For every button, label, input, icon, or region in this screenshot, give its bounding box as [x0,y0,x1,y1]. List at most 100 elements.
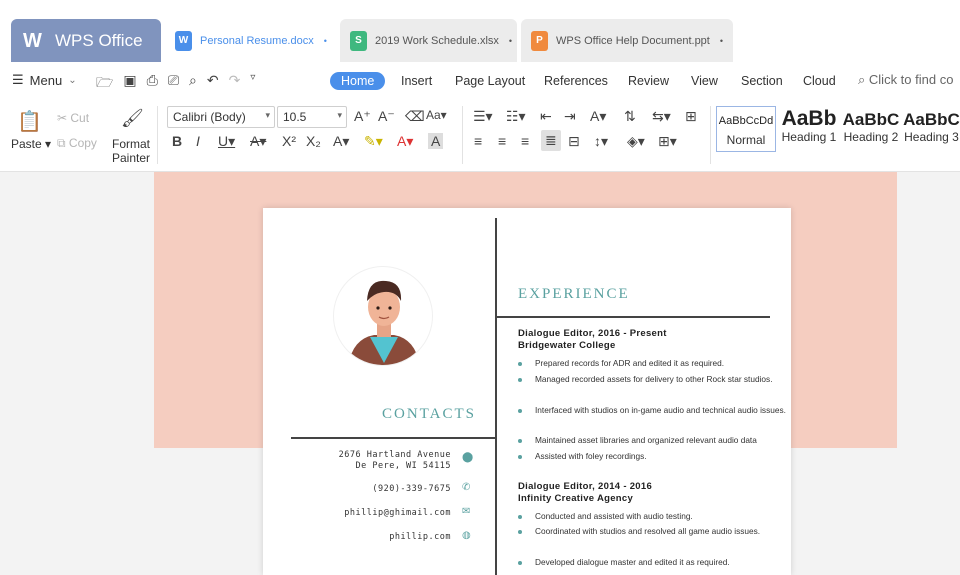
hamburger-icon: ☰ [12,72,24,87]
shading-icon[interactable]: ◈▾ [627,133,645,150]
bullet-list-icon[interactable]: ☰▾ [473,108,493,125]
spreadsheet-icon: S [350,30,367,51]
font-name-select[interactable]: Calibri (Body) ▾ [167,106,275,128]
format-painter-icon[interactable]: 🖌 [121,108,144,129]
decrease-indent-icon[interactable]: ⇤ [540,108,552,125]
main-menu-button[interactable]: ☰ Menu ⌄ [12,72,77,88]
paste-button[interactable]: Paste ▾ [11,137,51,151]
character-shading-icon[interactable]: A [428,133,444,149]
job-organization: Bridgewater College [518,340,616,351]
chevron-down-icon: ▾ [337,110,342,120]
style-normal[interactable]: AaBbCcDd Normal [716,106,776,152]
tab-review[interactable]: Review [628,74,669,88]
document-page[interactable]: EXPERIENCE CONTACTS 2676 Hartland Avenue… [263,208,791,575]
style-sample: AaBbCcDd [718,115,774,127]
paste-icon[interactable]: 📋 [17,109,42,134]
tab-page-layout[interactable]: Page Layout [455,74,525,88]
find-search-box[interactable]: ⌕ Click to find co [858,72,953,88]
style-label: Heading 2 [843,130,899,144]
change-case-icon[interactable]: Aa▾ [426,108,447,122]
experience-underline [497,316,770,318]
export-icon[interactable]: ⎙ [147,72,158,96]
bullet-text: Assisted with foley recordings. [535,451,647,461]
style-heading-1[interactable]: AaBb Heading 1 [779,106,839,152]
paragraph-spacing-icon[interactable]: ⇆▾ [652,108,671,125]
website: phillip.com [389,532,451,542]
shrink-font-icon[interactable]: A⁻ [378,108,395,125]
app-home-tab[interactable]: W WPS Office [11,19,161,62]
style-sample: AaBbC [903,110,960,129]
cut-label: Cut [70,111,90,125]
avatar [333,266,433,366]
print-icon[interactable]: ⎚ [168,72,179,96]
font-size-select[interactable]: 10.5 ▾ [277,106,347,128]
list-item: Assisted with foley recordings. [518,449,788,465]
underline-icon[interactable]: U▾ [218,133,235,150]
tab-section[interactable]: Section [741,74,783,88]
tab-view[interactable]: View [691,74,718,88]
tab-personal-resume[interactable]: W Personal Resume.docx • [165,19,336,62]
align-left-icon[interactable]: ≡ [474,133,482,149]
increase-indent-icon[interactable]: ⇥ [564,108,576,125]
list-item: Maintained asset libraries and organized… [518,433,791,449]
copy-button[interactable]: ⧉ Copy [57,136,97,151]
format-painter-button[interactable]: Format Painter [112,137,150,165]
text-effect-icon[interactable]: A▾ [333,133,349,150]
save-icon[interactable]: ▣ [123,72,136,96]
print-preview-icon[interactable]: ⌕ [189,72,197,96]
list-item: Prepared records for ADR and edited it a… [518,356,788,372]
customize-icon[interactable]: ▿ [250,72,255,96]
subscript-icon[interactable]: X₂ [306,133,321,149]
asian-layout-icon[interactable]: A▾ [590,108,606,125]
list-item: Managed recorded assets for delivery to … [518,372,788,388]
style-heading-2[interactable]: AaBbC Heading 2 [841,106,901,152]
tab-work-schedule[interactable]: S 2019 Work Schedule.xlsx • [340,19,517,62]
sort-icon[interactable]: ⇅ [624,108,636,125]
tab-cloud[interactable]: Cloud [803,74,836,88]
tab-help-document[interactable]: P WPS Office Help Document.ppt • [521,19,733,62]
contacts-heading: CONTACTS [382,406,476,422]
redo-icon[interactable]: ↷ [229,72,241,96]
tab-home[interactable]: Home [330,72,386,90]
bullet-text: Developed dialogue master and edited it … [535,557,730,567]
group-divider [462,106,463,164]
format-painter-label-line1: Format [112,137,151,151]
style-heading-3[interactable]: AaBbC Heading 3 [903,106,960,152]
tab-references[interactable]: References [544,74,608,88]
superscript-icon[interactable]: X² [282,133,296,149]
clear-format-icon[interactable]: ⌫ [405,108,425,125]
align-right-icon[interactable]: ≡ [521,133,529,149]
grow-font-icon[interactable]: A⁺ [354,108,371,125]
italic-icon[interactable]: I [196,133,200,149]
justify-icon[interactable]: ≣ [541,130,561,151]
undo-icon[interactable]: ↶ [207,72,219,96]
job-organization: Infinity Creative Agency [518,493,634,504]
email-address: phillip@ghimail.com [344,508,451,518]
highlight-icon[interactable]: ✎▾ [364,133,383,150]
align-center-icon[interactable]: ≡ [498,133,506,149]
style-label: Heading 3 [904,130,959,144]
address-line-2: De Pere, WI 54115 [355,461,451,471]
font-name-value: Calibri (Body) [173,110,246,124]
strikethrough-icon[interactable]: A▾ [250,133,266,150]
numbered-list-icon[interactable]: ☷▾ [506,108,526,125]
tab-insert[interactable]: Insert [401,74,432,88]
menu-row: ☰ Menu ⌄ 🗁 ▣ ⎙ ⎚ ⌕ ↶ ↷ ▿ Home Insert Pag… [0,62,960,100]
font-color-icon[interactable]: A▾ [397,133,413,150]
bullet-text: Conducted and assisted with audio testin… [535,511,693,521]
bullet-text: Managed recorded assets for delivery to … [535,374,773,384]
bold-icon[interactable]: B [172,133,182,149]
tab-label: Personal Resume.docx [200,34,314,47]
line-spacing-icon[interactable]: ↕▾ [594,133,608,150]
job-heading: Dialogue Editor, 2016 - Present Bridgewa… [518,328,667,352]
distribute-icon[interactable]: ⊟ [568,133,580,150]
tab-unsaved-indicator: • [323,35,327,46]
word-doc-icon: W [175,30,192,51]
format-painter-label-line2: Painter [112,151,151,165]
borders-icon[interactable]: ⊞▾ [658,133,677,150]
bullet-text: Prepared records for ADR and edited it a… [535,358,725,368]
open-folder-icon[interactable]: 🗁 [96,72,113,96]
text-box-icon[interactable]: ⊞ [685,108,697,125]
tab-unsaved-indicator: • [508,35,513,46]
cut-button[interactable]: ✂ Cut [57,111,89,125]
